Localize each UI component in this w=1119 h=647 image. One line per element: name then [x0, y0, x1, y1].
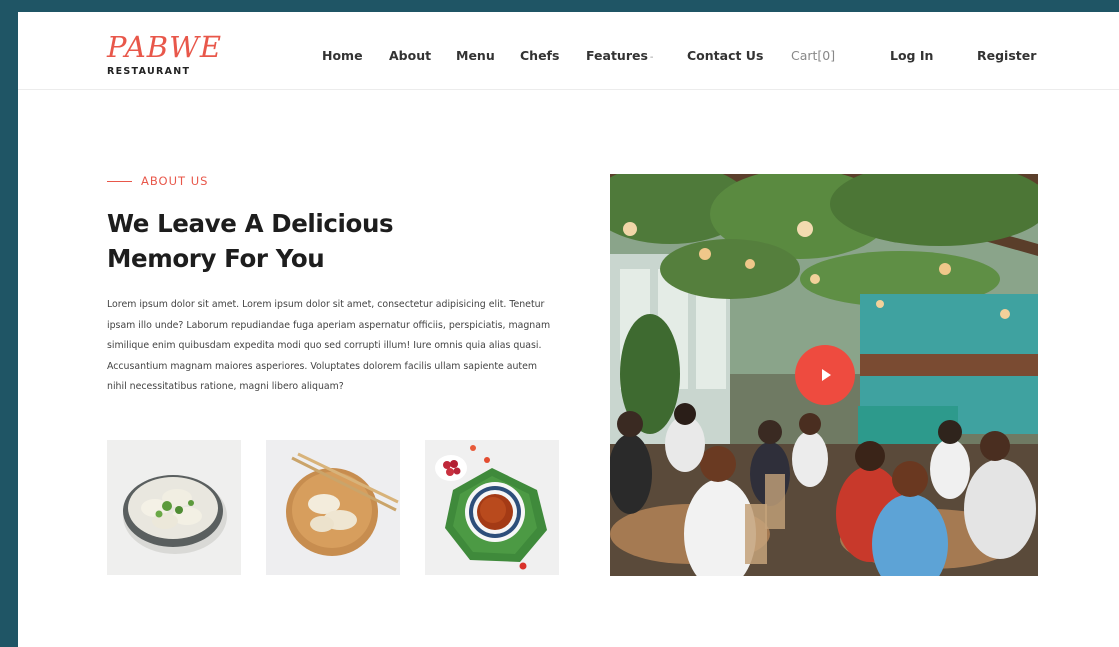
- dumplings-plate-image: [266, 440, 400, 575]
- play-video-button[interactable]: [795, 345, 855, 405]
- main-nav: Home About Menu Chefs Features - Contact …: [18, 48, 1119, 66]
- nav-contact[interactable]: Contact Us: [687, 48, 763, 63]
- thumbnail-dumplings-bowl[interactable]: [107, 440, 241, 575]
- section-title: We Leave A Delicious Memory For You: [107, 206, 527, 276]
- nav-chefs[interactable]: Chefs: [520, 48, 559, 63]
- section-title-line2: Memory For You: [107, 244, 325, 273]
- eyebrow-text: ABOUT US: [141, 174, 209, 188]
- nav-register[interactable]: Register: [977, 48, 1036, 63]
- nav-home[interactable]: Home: [322, 48, 363, 63]
- hero-image: [610, 174, 1038, 576]
- play-icon: [822, 369, 831, 381]
- nav-login[interactable]: Log In: [890, 48, 933, 63]
- nav-features[interactable]: Features -: [586, 48, 654, 63]
- tea-berries-image: [425, 440, 559, 575]
- site-header: PABWE RESTAURANT Home About Menu Chefs F…: [18, 12, 1119, 90]
- thumbnail-tea-berries[interactable]: [425, 440, 559, 575]
- page: PABWE RESTAURANT Home About Menu Chefs F…: [18, 12, 1119, 647]
- dumplings-bowl-image: [107, 440, 241, 575]
- nav-cart[interactable]: Cart[0]: [791, 48, 835, 63]
- chevron-down-icon: -: [649, 52, 654, 63]
- logo-subtitle: RESTAURANT: [107, 66, 191, 77]
- eyebrow-line: [107, 180, 132, 182]
- section-title-line1: We Leave A Delicious: [107, 209, 394, 238]
- nav-menu[interactable]: Menu: [456, 48, 495, 63]
- section-body: Lorem ipsum dolor sit amet. Lorem ipsum …: [107, 299, 551, 393]
- nav-about[interactable]: About: [389, 48, 431, 63]
- section-eyebrow: ABOUT US: [107, 174, 208, 188]
- nav-features-label: Features: [586, 48, 648, 63]
- thumbnail-dumplings-plate[interactable]: [266, 440, 400, 575]
